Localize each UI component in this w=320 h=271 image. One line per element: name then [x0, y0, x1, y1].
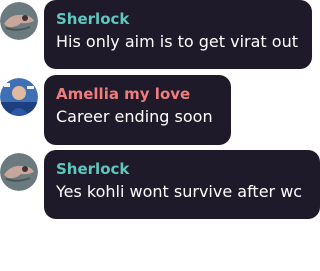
sender-name[interactable]: Amellia my love	[56, 84, 219, 104]
message-text: Career ending soon	[56, 107, 213, 126]
amellia-avatar[interactable]	[0, 78, 38, 116]
message-bubble: Sherlock His only aim is to get virat ou…	[44, 0, 312, 69]
sender-name[interactable]: Sherlock	[56, 159, 308, 179]
message-text: Yes kohli wont survive after wc	[56, 182, 303, 201]
sender-name[interactable]: Sherlock	[56, 9, 300, 29]
sherlock-avatar[interactable]	[0, 153, 38, 191]
message-bubble: Sherlock Yes kohli wont survive after wc	[44, 150, 320, 219]
message-text: His only aim is to get virat out	[56, 32, 298, 51]
chat-log: Sherlock His only aim is to get virat ou…	[0, 0, 320, 271]
sherlock-avatar[interactable]	[0, 2, 38, 40]
message-bubble: Amellia my love Career ending soon	[44, 75, 231, 145]
